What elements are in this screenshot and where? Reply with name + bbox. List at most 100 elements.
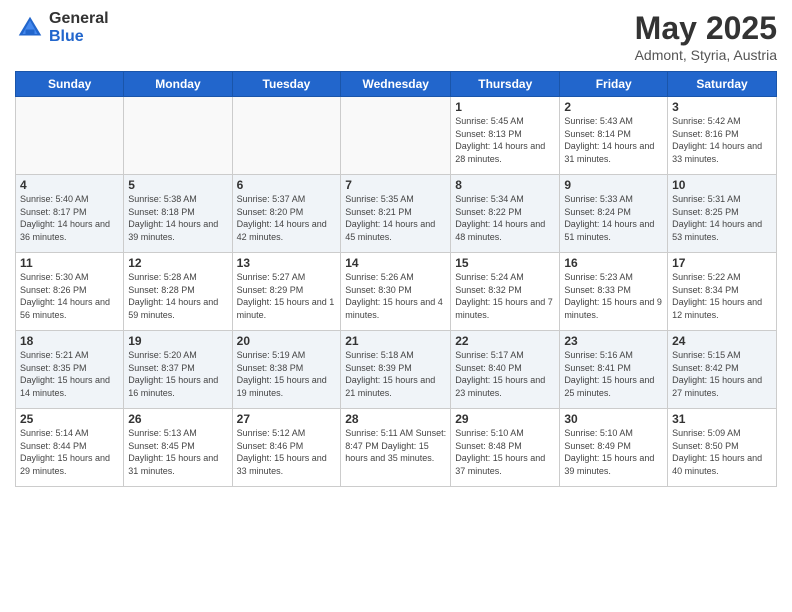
day-info-25: Sunrise: 5:14 AM Sunset: 8:44 PM Dayligh… bbox=[20, 427, 119, 477]
day-info-14: Sunrise: 5:26 AM Sunset: 8:30 PM Dayligh… bbox=[345, 271, 446, 321]
header-friday: Friday bbox=[560, 72, 668, 97]
day-number-13: 13 bbox=[237, 256, 337, 270]
day-info-21: Sunrise: 5:18 AM Sunset: 8:39 PM Dayligh… bbox=[345, 349, 446, 399]
day-info-1: Sunrise: 5:45 AM Sunset: 8:13 PM Dayligh… bbox=[455, 115, 555, 165]
header: General Blue May 2025 Admont, Styria, Au… bbox=[15, 10, 777, 63]
calendar-cell-w4-d4: 21Sunrise: 5:18 AM Sunset: 8:39 PM Dayli… bbox=[341, 331, 451, 409]
calendar-cell-w3-d2: 12Sunrise: 5:28 AM Sunset: 8:28 PM Dayli… bbox=[124, 253, 232, 331]
calendar-week-3: 11Sunrise: 5:30 AM Sunset: 8:26 PM Dayli… bbox=[16, 253, 777, 331]
calendar-cell-w2-d6: 9Sunrise: 5:33 AM Sunset: 8:24 PM Daylig… bbox=[560, 175, 668, 253]
calendar-cell-w1-d1 bbox=[16, 97, 124, 175]
calendar-cell-w3-d3: 13Sunrise: 5:27 AM Sunset: 8:29 PM Dayli… bbox=[232, 253, 341, 331]
calendar-cell-w5-d7: 31Sunrise: 5:09 AM Sunset: 8:50 PM Dayli… bbox=[668, 409, 777, 487]
day-number-22: 22 bbox=[455, 334, 555, 348]
day-info-22: Sunrise: 5:17 AM Sunset: 8:40 PM Dayligh… bbox=[455, 349, 555, 399]
calendar-cell-w2-d3: 6Sunrise: 5:37 AM Sunset: 8:20 PM Daylig… bbox=[232, 175, 341, 253]
day-number-26: 26 bbox=[128, 412, 227, 426]
title-month: May 2025 bbox=[635, 10, 777, 47]
day-info-11: Sunrise: 5:30 AM Sunset: 8:26 PM Dayligh… bbox=[20, 271, 119, 321]
day-info-23: Sunrise: 5:16 AM Sunset: 8:41 PM Dayligh… bbox=[564, 349, 663, 399]
day-info-5: Sunrise: 5:38 AM Sunset: 8:18 PM Dayligh… bbox=[128, 193, 227, 243]
calendar-cell-w5-d6: 30Sunrise: 5:10 AM Sunset: 8:49 PM Dayli… bbox=[560, 409, 668, 487]
day-info-3: Sunrise: 5:42 AM Sunset: 8:16 PM Dayligh… bbox=[672, 115, 772, 165]
header-saturday: Saturday bbox=[668, 72, 777, 97]
day-info-16: Sunrise: 5:23 AM Sunset: 8:33 PM Dayligh… bbox=[564, 271, 663, 321]
day-number-16: 16 bbox=[564, 256, 663, 270]
day-number-6: 6 bbox=[237, 178, 337, 192]
day-info-12: Sunrise: 5:28 AM Sunset: 8:28 PM Dayligh… bbox=[128, 271, 227, 321]
day-number-7: 7 bbox=[345, 178, 446, 192]
calendar-cell-w1-d6: 2Sunrise: 5:43 AM Sunset: 8:14 PM Daylig… bbox=[560, 97, 668, 175]
header-wednesday: Wednesday bbox=[341, 72, 451, 97]
day-info-18: Sunrise: 5:21 AM Sunset: 8:35 PM Dayligh… bbox=[20, 349, 119, 399]
calendar-cell-w3-d4: 14Sunrise: 5:26 AM Sunset: 8:30 PM Dayli… bbox=[341, 253, 451, 331]
day-number-31: 31 bbox=[672, 412, 772, 426]
calendar-week-4: 18Sunrise: 5:21 AM Sunset: 8:35 PM Dayli… bbox=[16, 331, 777, 409]
day-number-14: 14 bbox=[345, 256, 446, 270]
calendar-cell-w1-d5: 1Sunrise: 5:45 AM Sunset: 8:13 PM Daylig… bbox=[451, 97, 560, 175]
day-info-8: Sunrise: 5:34 AM Sunset: 8:22 PM Dayligh… bbox=[455, 193, 555, 243]
day-info-17: Sunrise: 5:22 AM Sunset: 8:34 PM Dayligh… bbox=[672, 271, 772, 321]
calendar-cell-w4-d6: 23Sunrise: 5:16 AM Sunset: 8:41 PM Dayli… bbox=[560, 331, 668, 409]
calendar-cell-w4-d1: 18Sunrise: 5:21 AM Sunset: 8:35 PM Dayli… bbox=[16, 331, 124, 409]
page: General Blue May 2025 Admont, Styria, Au… bbox=[0, 0, 792, 612]
day-number-1: 1 bbox=[455, 100, 555, 114]
calendar-cell-w4-d5: 22Sunrise: 5:17 AM Sunset: 8:40 PM Dayli… bbox=[451, 331, 560, 409]
logo-icon bbox=[15, 13, 45, 43]
day-info-9: Sunrise: 5:33 AM Sunset: 8:24 PM Dayligh… bbox=[564, 193, 663, 243]
day-info-7: Sunrise: 5:35 AM Sunset: 8:21 PM Dayligh… bbox=[345, 193, 446, 243]
calendar-cell-w1-d7: 3Sunrise: 5:42 AM Sunset: 8:16 PM Daylig… bbox=[668, 97, 777, 175]
title-block: May 2025 Admont, Styria, Austria bbox=[635, 10, 777, 63]
calendar-week-2: 4Sunrise: 5:40 AM Sunset: 8:17 PM Daylig… bbox=[16, 175, 777, 253]
day-number-30: 30 bbox=[564, 412, 663, 426]
day-number-15: 15 bbox=[455, 256, 555, 270]
calendar-cell-w4-d7: 24Sunrise: 5:15 AM Sunset: 8:42 PM Dayli… bbox=[668, 331, 777, 409]
calendar-cell-w3-d1: 11Sunrise: 5:30 AM Sunset: 8:26 PM Dayli… bbox=[16, 253, 124, 331]
day-number-11: 11 bbox=[20, 256, 119, 270]
calendar-week-1: 1Sunrise: 5:45 AM Sunset: 8:13 PM Daylig… bbox=[16, 97, 777, 175]
day-info-10: Sunrise: 5:31 AM Sunset: 8:25 PM Dayligh… bbox=[672, 193, 772, 243]
day-number-24: 24 bbox=[672, 334, 772, 348]
day-info-29: Sunrise: 5:10 AM Sunset: 8:48 PM Dayligh… bbox=[455, 427, 555, 477]
calendar-cell-w2-d4: 7Sunrise: 5:35 AM Sunset: 8:21 PM Daylig… bbox=[341, 175, 451, 253]
logo: General Blue bbox=[15, 10, 109, 45]
day-number-12: 12 bbox=[128, 256, 227, 270]
day-info-30: Sunrise: 5:10 AM Sunset: 8:49 PM Dayligh… bbox=[564, 427, 663, 477]
calendar-cell-w3-d7: 17Sunrise: 5:22 AM Sunset: 8:34 PM Dayli… bbox=[668, 253, 777, 331]
day-number-4: 4 bbox=[20, 178, 119, 192]
day-info-26: Sunrise: 5:13 AM Sunset: 8:45 PM Dayligh… bbox=[128, 427, 227, 477]
day-number-27: 27 bbox=[237, 412, 337, 426]
day-number-19: 19 bbox=[128, 334, 227, 348]
day-number-9: 9 bbox=[564, 178, 663, 192]
day-number-29: 29 bbox=[455, 412, 555, 426]
calendar-cell-w5-d3: 27Sunrise: 5:12 AM Sunset: 8:46 PM Dayli… bbox=[232, 409, 341, 487]
day-info-15: Sunrise: 5:24 AM Sunset: 8:32 PM Dayligh… bbox=[455, 271, 555, 321]
header-tuesday: Tuesday bbox=[232, 72, 341, 97]
day-info-24: Sunrise: 5:15 AM Sunset: 8:42 PM Dayligh… bbox=[672, 349, 772, 399]
day-number-28: 28 bbox=[345, 412, 446, 426]
day-info-13: Sunrise: 5:27 AM Sunset: 8:29 PM Dayligh… bbox=[237, 271, 337, 321]
day-number-3: 3 bbox=[672, 100, 772, 114]
day-number-5: 5 bbox=[128, 178, 227, 192]
day-info-4: Sunrise: 5:40 AM Sunset: 8:17 PM Dayligh… bbox=[20, 193, 119, 243]
calendar-table: Sunday Monday Tuesday Wednesday Thursday… bbox=[15, 71, 777, 487]
calendar-cell-w3-d5: 15Sunrise: 5:24 AM Sunset: 8:32 PM Dayli… bbox=[451, 253, 560, 331]
day-info-31: Sunrise: 5:09 AM Sunset: 8:50 PM Dayligh… bbox=[672, 427, 772, 477]
day-info-28: Sunrise: 5:11 AM Sunset: 8:47 PM Dayligh… bbox=[345, 427, 446, 465]
day-number-23: 23 bbox=[564, 334, 663, 348]
day-number-25: 25 bbox=[20, 412, 119, 426]
calendar-cell-w4-d2: 19Sunrise: 5:20 AM Sunset: 8:37 PM Dayli… bbox=[124, 331, 232, 409]
day-info-2: Sunrise: 5:43 AM Sunset: 8:14 PM Dayligh… bbox=[564, 115, 663, 165]
calendar-cell-w1-d2 bbox=[124, 97, 232, 175]
logo-text: General Blue bbox=[49, 10, 109, 45]
day-number-8: 8 bbox=[455, 178, 555, 192]
calendar-cell-w2-d2: 5Sunrise: 5:38 AM Sunset: 8:18 PM Daylig… bbox=[124, 175, 232, 253]
day-info-27: Sunrise: 5:12 AM Sunset: 8:46 PM Dayligh… bbox=[237, 427, 337, 477]
calendar-cell-w5-d4: 28Sunrise: 5:11 AM Sunset: 8:47 PM Dayli… bbox=[341, 409, 451, 487]
day-number-17: 17 bbox=[672, 256, 772, 270]
calendar-cell-w1-d4 bbox=[341, 97, 451, 175]
header-thursday: Thursday bbox=[451, 72, 560, 97]
logo-general: General bbox=[49, 10, 109, 28]
day-info-20: Sunrise: 5:19 AM Sunset: 8:38 PM Dayligh… bbox=[237, 349, 337, 399]
calendar-cell-w5-d5: 29Sunrise: 5:10 AM Sunset: 8:48 PM Dayli… bbox=[451, 409, 560, 487]
